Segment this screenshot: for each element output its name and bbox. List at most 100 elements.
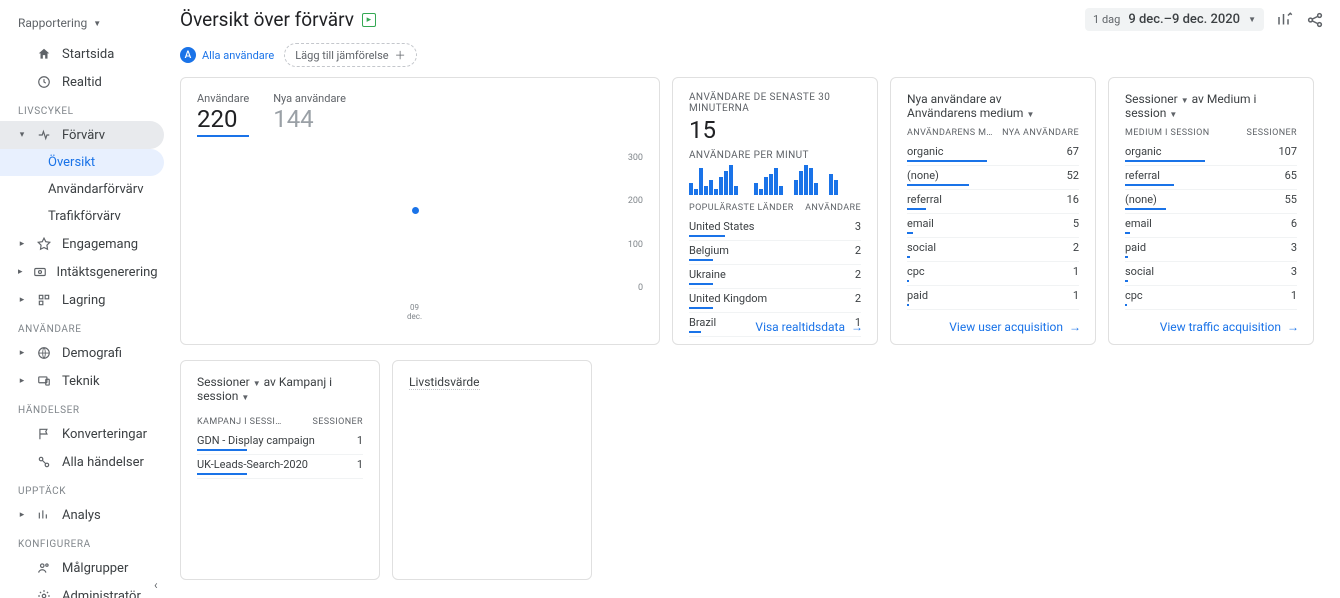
report-switcher[interactable]: Rapportering ▼ (0, 12, 170, 40)
plus-icon: ＋ (395, 47, 406, 63)
engagement-icon (36, 236, 52, 252)
chip-label: Lägg till jämförelse (295, 49, 388, 62)
insights-icon[interactable] (1276, 11, 1294, 29)
chevron-right-icon: ▸ (18, 348, 26, 358)
table-row[interactable]: UK-Leads-Search-20201 (197, 455, 363, 479)
segment-avatar: A (180, 47, 196, 63)
metric-value: 144 (273, 105, 346, 133)
table-row[interactable]: organic67 (907, 142, 1079, 166)
metric-new-users[interactable]: Nya användare 144 (273, 92, 346, 137)
money-icon (33, 264, 47, 280)
table-row[interactable]: social3 (1125, 262, 1297, 286)
table-row[interactable]: cpc1 (1125, 286, 1297, 310)
people-icon (36, 560, 52, 576)
share-icon[interactable] (1306, 11, 1324, 29)
nav-conversions[interactable]: Konverteringar (0, 420, 164, 448)
segment-label: Alla användare (202, 49, 274, 62)
link-label: Visa realtidsdata (755, 320, 845, 334)
table-row[interactable]: Belgium2 (689, 241, 861, 265)
nav-acquisition[interactable]: ▾ Förvärv (0, 121, 164, 149)
line-chart: 3002001000 09 dec. (197, 153, 643, 323)
table-row[interactable]: email5 (907, 214, 1079, 238)
table-row[interactable]: organic107 (1125, 142, 1297, 166)
nav-realtime[interactable]: Realtid (0, 68, 164, 96)
table-row[interactable]: (none)55 (1125, 190, 1297, 214)
metric-label: Användare (197, 92, 249, 105)
nav-audiences[interactable]: Målgrupper (0, 554, 164, 582)
page-header: Översikt över förvärv ▸ 1 dag 9 dec.–9 d… (170, 0, 1340, 35)
col-header: SESSIONER (1247, 128, 1297, 138)
section-header: ANVÄNDARE (0, 314, 170, 339)
title-text: Översikt över förvärv (180, 8, 354, 31)
nav-label: Målgrupper (62, 561, 128, 576)
col-header: ANVÄNDARENS M… (907, 128, 993, 138)
chevron-right-icon: ▸ (18, 239, 26, 249)
card-title: ANVÄNDARE DE SENASTE 30 MINUTERNA (689, 92, 861, 114)
table-row[interactable]: United Kingdom2 (689, 289, 861, 313)
nav-admin[interactable]: Administratör (0, 582, 164, 598)
segment-all-users[interactable]: A Alla användare (180, 47, 274, 63)
card-new-users-by-medium: Nya användare av Användarens medium ▼ AN… (890, 77, 1096, 345)
data-point (412, 207, 419, 214)
table-row[interactable]: referral65 (1125, 166, 1297, 190)
table-row[interactable]: (none)52 (907, 166, 1079, 190)
card-ltv: Livstidsvärde (392, 360, 592, 580)
nav-label: Teknik (62, 374, 100, 389)
nav-label: Förvärv (62, 128, 105, 143)
card-title-wrap: Sessioner ▼ av Medium i session ▼ (1125, 92, 1297, 120)
nav-overview[interactable]: Översikt (0, 149, 164, 176)
add-comparison[interactable]: Lägg till jämförelse ＋ (284, 43, 416, 67)
metric-picker[interactable]: Sessioner ▼ (1125, 92, 1189, 106)
card-title-wrap: Sessioner ▼ av Kampanj i session ▼ (197, 375, 363, 403)
dimension-picker[interactable]: Användarens medium ▼ (907, 106, 1034, 120)
nav-label: Alla händelser (62, 455, 144, 470)
link-label: View user acquisition (949, 320, 1063, 334)
nav-analysis[interactable]: ▸ Analys (0, 501, 164, 529)
date-range-picker[interactable]: 1 dag 9 dec.–9 dec. 2020 ▼ (1085, 8, 1264, 31)
col-header: MEDIUM I SESSION (1125, 128, 1210, 138)
table-row[interactable]: social2 (907, 238, 1079, 262)
metric-value: 220 (197, 105, 249, 133)
table-row[interactable]: email6 (1125, 214, 1297, 238)
arrow-right-icon: → (1069, 320, 1081, 334)
analysis-icon (36, 507, 52, 523)
nav-monetization[interactable]: ▸ Intäktsgenerering (0, 258, 164, 286)
nav-retention[interactable]: ▸ Lagring (0, 286, 164, 314)
nav-demographics[interactable]: ▸ Demografi (0, 339, 164, 367)
table-row[interactable]: cpc1 (907, 262, 1079, 286)
nav-label: Administratör (62, 589, 141, 598)
nav-user-acq[interactable]: Användarförvärv (0, 176, 164, 203)
table-row[interactable]: paid3 (1125, 238, 1297, 262)
view-user-acq-link[interactable]: View user acquisition → (949, 320, 1081, 334)
y-axis: 3002001000 (628, 153, 643, 293)
chevron-down-icon: ▾ (18, 130, 26, 140)
nav-label: Lagring (62, 293, 105, 308)
events-icon (36, 454, 52, 470)
chevron-right-icon: ▸ (18, 376, 26, 386)
collapse-sidebar[interactable]: ‹ (154, 578, 158, 592)
nav-engagement[interactable]: ▸ Engagemang (0, 230, 164, 258)
view-realtime-link[interactable]: Visa realtidsdata → (755, 320, 863, 334)
sidebar: Rapportering ▼ Startsida Realtid LIVSCYK… (0, 0, 170, 598)
col-header: POPULÄRASTE LÄNDER (689, 203, 794, 213)
table-row[interactable]: United States3 (689, 217, 861, 241)
table-row[interactable]: paid1 (907, 286, 1079, 310)
table-row[interactable]: GDN - Display campaign1 (197, 431, 363, 455)
nav-tech[interactable]: ▸ Teknik (0, 367, 164, 395)
metric-picker[interactable]: Sessioner ▼ (197, 375, 261, 389)
nav-home[interactable]: Startsida (0, 40, 164, 68)
chevron-down-icon: ▼ (1248, 15, 1256, 24)
realtime-count: 15 (689, 116, 861, 144)
devices-icon (36, 373, 52, 389)
table-row[interactable]: referral16 (907, 190, 1079, 214)
chevron-down-icon: ▼ (1026, 110, 1034, 119)
nav-all-events[interactable]: Alla händelser (0, 448, 164, 476)
arrow-right-icon: → (851, 320, 863, 334)
chevron-down-icon: ▼ (93, 19, 101, 28)
flag-icon (36, 426, 52, 442)
acquisition-icon (36, 127, 52, 143)
view-traffic-acq-link[interactable]: View traffic acquisition → (1160, 320, 1299, 334)
metric-users[interactable]: Användare 220 (197, 92, 249, 137)
table-row[interactable]: Ukraine2 (689, 265, 861, 289)
nav-traffic-acq[interactable]: Trafikförvärv (0, 203, 164, 230)
